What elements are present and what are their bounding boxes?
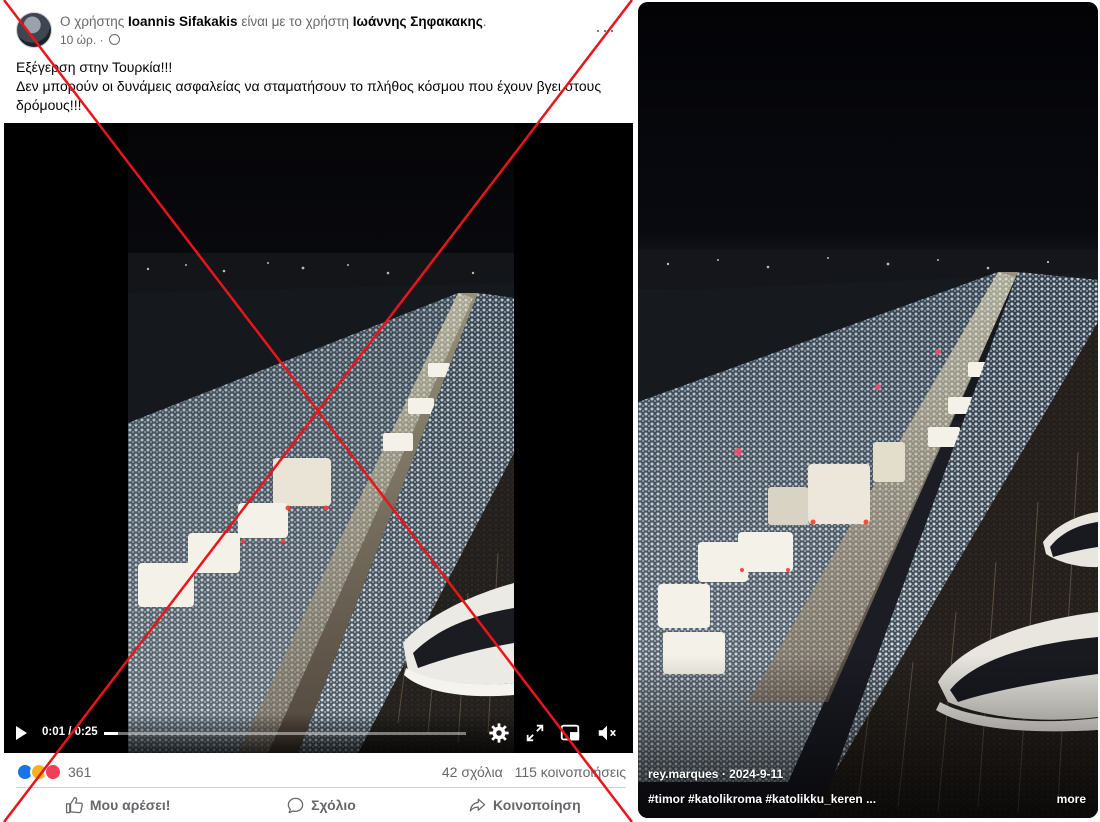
post-header-line: Ο χρήστης Ioannis Sifakakis είναι με το … bbox=[60, 14, 487, 29]
share-label: Κοινοποίηση bbox=[493, 797, 581, 813]
share-icon bbox=[469, 798, 486, 812]
facebook-post: Ο χρήστης Ioannis Sifakakis είναι με το … bbox=[0, 0, 636, 822]
share-button[interactable]: Κοινοποίηση bbox=[423, 790, 626, 820]
like-button[interactable]: Μου αρέσει! bbox=[16, 790, 219, 820]
love-reaction-icon bbox=[44, 763, 62, 781]
divider bbox=[16, 787, 626, 788]
reel-more-button[interactable]: more bbox=[1057, 792, 1086, 806]
post-time[interactable]: 10 ώρ. · bbox=[60, 33, 104, 47]
comment-button[interactable]: Σχόλιο bbox=[219, 790, 422, 820]
settings-icon[interactable] bbox=[488, 722, 510, 744]
comment-icon bbox=[287, 797, 304, 813]
avatar[interactable] bbox=[16, 12, 52, 48]
comments-count[interactable]: 42 σχόλια bbox=[442, 764, 503, 780]
globe-icon bbox=[108, 34, 120, 45]
tagged-user[interactable]: Ιωάννης Σηφακακης bbox=[353, 14, 483, 29]
post-stats: 42 σχόλια 115 κοινοποιήσεις bbox=[434, 764, 626, 780]
video-time: 0:01 / 0:25 bbox=[42, 726, 98, 738]
crowd-night-scene bbox=[128, 123, 514, 753]
play-icon[interactable] bbox=[16, 726, 27, 740]
more-icon[interactable]: ··· bbox=[595, 20, 616, 41]
crowd-night-scene-original bbox=[638, 2, 1098, 818]
post-text-line-1: Εξέγερση στην Τουρκία!!! bbox=[16, 59, 173, 75]
mute-icon[interactable] bbox=[596, 722, 618, 744]
reaction-icons[interactable] bbox=[16, 763, 66, 781]
post-text-line-2: Δεν μπορούν οι δυνάμεις ασφαλείας να στα… bbox=[16, 78, 602, 113]
current-time: 0:01 bbox=[42, 726, 66, 738]
author-name[interactable]: Ioannis Sifakakis bbox=[128, 14, 238, 29]
time-separator: / bbox=[65, 726, 75, 738]
video-controls: 0:01 / 0:25 bbox=[4, 713, 633, 753]
post-text: Εξέγερση στην Τουρκία!!! Δεν μπορούν οι … bbox=[16, 58, 621, 115]
comment-label: Σχόλιο bbox=[311, 797, 356, 813]
shares-count[interactable]: 115 κοινοποιήσεις bbox=[515, 764, 626, 780]
like-label: Μου αρέσει! bbox=[89, 797, 171, 813]
video-player[interactable]: 0:01 / 0:25 bbox=[4, 123, 633, 753]
post-meta: 10 ώρ. · bbox=[60, 33, 120, 47]
like-icon bbox=[65, 796, 83, 813]
header-mid: είναι με το χρήστη bbox=[241, 14, 350, 29]
header-prefix: Ο χρήστης bbox=[60, 14, 125, 29]
reel-author-date[interactable]: rey.marques · 2024-9-11 bbox=[648, 767, 783, 781]
reel-hashtags[interactable]: #timor #katolikroma #katolikku_keren ... bbox=[648, 792, 876, 806]
reel-video[interactable]: rey.marques · 2024-9-11 #timor #katolikr… bbox=[638, 2, 1098, 818]
video-frame bbox=[128, 123, 514, 753]
duration: 0:25 bbox=[74, 726, 98, 738]
reactions-bar: 361 42 σχόλια 115 κοινοποιήσεις bbox=[16, 762, 626, 782]
pip-icon[interactable] bbox=[559, 722, 581, 744]
fullscreen-icon[interactable] bbox=[524, 722, 546, 744]
post-actions: Μου αρέσει! Σχόλιο Κοινοποίηση bbox=[16, 790, 626, 820]
header-end: . bbox=[482, 14, 487, 29]
reaction-count[interactable]: 361 bbox=[68, 764, 91, 780]
post-header: Ο χρήστης Ioannis Sifakakis είναι με το … bbox=[16, 12, 626, 52]
progress-fill bbox=[104, 732, 119, 735]
progress-bar[interactable] bbox=[104, 732, 466, 735]
